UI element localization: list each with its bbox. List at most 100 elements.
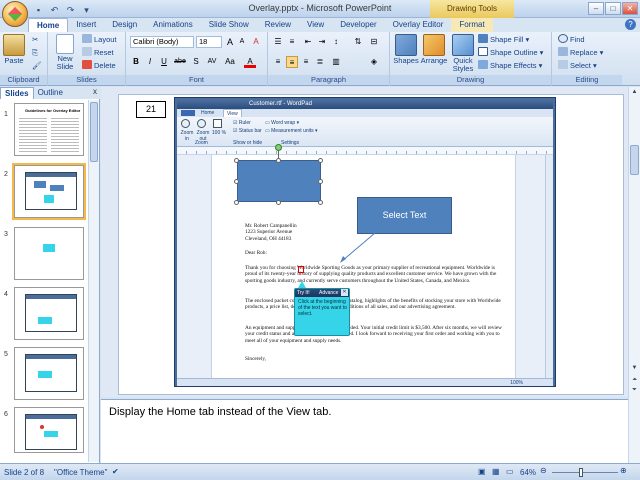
reset-button[interactable]: Reset: [82, 47, 114, 59]
office-button[interactable]: [2, 1, 28, 27]
zoom-slider-thumb[interactable]: [579, 468, 583, 477]
tab-design[interactable]: Design: [104, 18, 145, 32]
resize-handle[interactable]: [318, 200, 323, 205]
measurement-units-button[interactable]: ▭ Measurement units ▾: [265, 128, 318, 134]
text-direction-icon[interactable]: ⇅: [352, 36, 364, 48]
tab-developer[interactable]: Developer: [332, 18, 384, 32]
paste-button[interactable]: Paste: [3, 34, 25, 65]
close-pane-icon[interactable]: x: [93, 87, 97, 96]
select-button[interactable]: Select ▾: [558, 60, 597, 72]
normal-view-icon[interactable]: ▣: [478, 467, 486, 476]
new-slide-button[interactable]: New Slide: [52, 34, 78, 71]
character-spacing-button[interactable]: AV: [204, 56, 220, 68]
scroll-up-icon[interactable]: ▲: [630, 89, 639, 98]
previous-slide-icon[interactable]: ⏶: [630, 377, 639, 386]
zoom-100-icon[interactable]: [213, 119, 222, 128]
zoom-in-icon[interactable]: ⊕: [620, 466, 627, 475]
selected-rectangle-shape[interactable]: [237, 160, 321, 202]
slide-sorter-icon[interactable]: ▦: [492, 467, 500, 476]
tab-view[interactable]: View: [299, 18, 332, 32]
replace-button[interactable]: Replace ▾: [558, 47, 603, 59]
columns-icon[interactable]: ▥: [330, 56, 342, 68]
format-painter-icon[interactable]: 🖌: [32, 60, 42, 72]
align-text-icon[interactable]: ⊟: [368, 36, 380, 48]
slide-number-box[interactable]: 21: [136, 101, 166, 118]
editor-scrollbar[interactable]: ▲ ▼ ⏶ ⏷: [628, 87, 640, 463]
slide-thumbnail-6[interactable]: [14, 407, 84, 453]
tab-format[interactable]: Format: [451, 18, 493, 32]
wordpad-tab-home[interactable]: Home: [201, 110, 214, 116]
smartart-icon[interactable]: ◈: [368, 56, 380, 68]
notes-pane[interactable]: Display the Home tab instead of the View…: [101, 399, 628, 463]
advance-link[interactable]: Advance: [319, 289, 338, 297]
undo-icon[interactable]: ↶: [48, 3, 61, 15]
resize-handle[interactable]: [318, 158, 323, 163]
slide-show-icon[interactable]: ▭: [506, 467, 514, 476]
strikethrough-button[interactable]: abe: [172, 56, 188, 68]
close-button[interactable]: ✕: [622, 2, 638, 15]
wordpad-scrollbar[interactable]: [545, 155, 553, 378]
tab-slide-show[interactable]: Slide Show: [201, 18, 257, 32]
redo-icon[interactable]: ↷: [64, 3, 77, 15]
font-size-select[interactable]: 18: [196, 36, 222, 48]
font-color-button[interactable]: A: [244, 56, 256, 68]
tab-slides[interactable]: Slides: [0, 87, 34, 99]
center-icon[interactable]: ≡: [286, 56, 298, 68]
arrange-button[interactable]: Arrange: [420, 34, 448, 65]
tab-insert[interactable]: Insert: [68, 18, 104, 32]
resize-handle[interactable]: [318, 179, 323, 184]
tab-home[interactable]: Home: [28, 18, 69, 32]
line-spacing-icon[interactable]: ↕: [330, 36, 342, 48]
tab-animations[interactable]: Animations: [145, 18, 201, 32]
numbering-icon[interactable]: ≡: [286, 36, 298, 48]
cut-icon[interactable]: ✂: [32, 34, 38, 46]
slide-thumbnail-3[interactable]: [14, 227, 84, 280]
delete-button[interactable]: Delete: [82, 60, 116, 72]
quick-styles-button[interactable]: Quick Styles: [448, 34, 478, 73]
slide-thumbnail-1[interactable]: Guidelines for Overlay Editor: [14, 103, 84, 156]
bullets-icon[interactable]: ☰: [272, 36, 284, 48]
text-shadow-button[interactable]: S: [190, 56, 202, 68]
copy-icon[interactable]: ⎘: [32, 47, 38, 59]
shape-effects-button[interactable]: Shape Effects ▾: [478, 60, 542, 72]
tab-outline[interactable]: Outline: [34, 87, 67, 99]
slide-thumbnail-5[interactable]: [14, 347, 84, 400]
shrink-font-button[interactable]: A: [236, 36, 248, 48]
shape-outline-button[interactable]: Shape Outline ▾: [478, 47, 543, 59]
status-bar-checkbox[interactable]: ☑ Status bar: [233, 128, 262, 134]
increase-indent-icon[interactable]: ⇥: [316, 36, 328, 48]
minimize-button[interactable]: –: [588, 2, 604, 15]
word-wrap-button[interactable]: ▭ Word wrap ▾: [265, 120, 299, 126]
ruler-checkbox[interactable]: ☑ Ruler: [233, 120, 251, 126]
save-icon[interactable]: ▪: [32, 3, 45, 15]
justify-icon[interactable]: ≣: [314, 56, 326, 68]
resize-handle[interactable]: [234, 179, 239, 184]
align-left-icon[interactable]: ≡: [272, 56, 284, 68]
zoom-out-icon[interactable]: [197, 119, 206, 128]
shape-fill-button[interactable]: Shape Fill ▾: [478, 34, 529, 46]
editor-scroll-thumb[interactable]: [630, 145, 639, 175]
change-case-button[interactable]: Aa: [222, 56, 238, 68]
maximize-button[interactable]: □: [605, 2, 621, 15]
customize-icon[interactable]: ▾: [80, 3, 93, 15]
scroll-down-icon[interactable]: ▼: [630, 365, 639, 374]
wordpad-menu-button[interactable]: [181, 110, 195, 116]
font-family-select[interactable]: Calibri (Body): [130, 36, 194, 48]
grow-font-button[interactable]: A: [224, 36, 236, 48]
clear-formatting-button[interactable]: A: [250, 36, 262, 48]
slides-pane-scrollbar[interactable]: [88, 100, 99, 462]
shapes-button[interactable]: Shapes: [392, 34, 420, 65]
resize-handle[interactable]: [276, 200, 281, 205]
align-right-icon[interactable]: ≡: [300, 56, 312, 68]
help-icon[interactable]: ?: [625, 19, 636, 30]
resize-handle[interactable]: [234, 158, 239, 163]
next-slide-icon[interactable]: ⏷: [630, 387, 639, 396]
bold-button[interactable]: B: [130, 56, 142, 68]
slide-thumbnail-4[interactable]: [14, 287, 84, 340]
italic-button[interactable]: I: [144, 56, 156, 68]
slides-scroll-thumb[interactable]: [90, 102, 98, 162]
find-button[interactable]: Find: [558, 34, 585, 46]
underline-button[interactable]: U: [158, 56, 170, 68]
tab-review[interactable]: Review: [257, 18, 299, 32]
zoom-slider[interactable]: [552, 472, 618, 473]
